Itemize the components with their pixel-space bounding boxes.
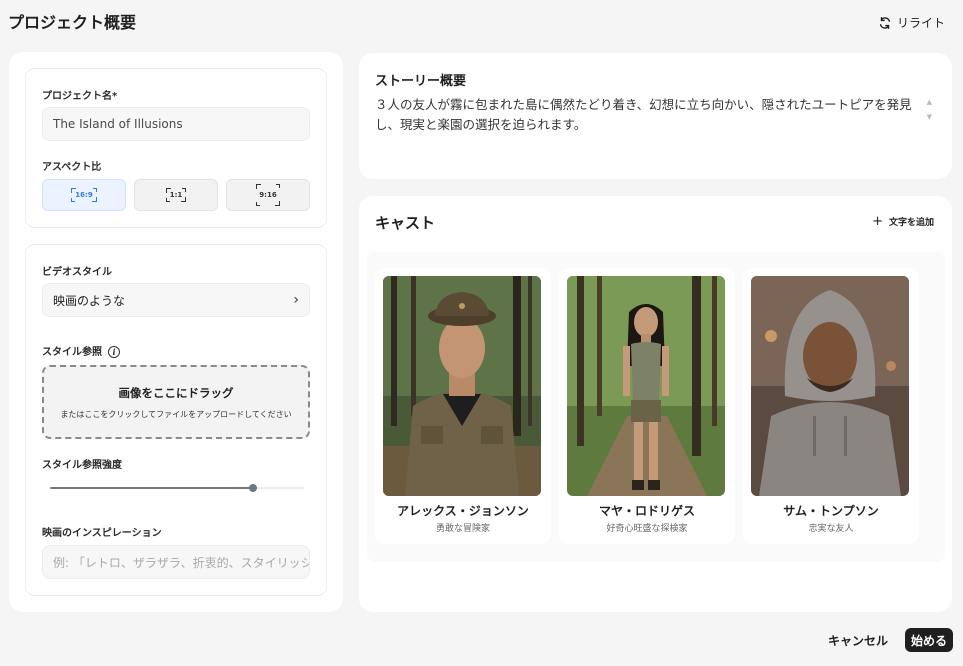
cast-panel: キャスト + 文字を追加 アレックス・ジョンソン 勇敢な冒険家 マヤ・ロドリゲス… (359, 196, 952, 612)
story-textarea[interactable]: ３人の友人が霧に包まれた島に偶然たどり着き、幻想に立ち向かい、隠されたユートピア… (375, 95, 915, 135)
plus-icon: + (872, 214, 883, 229)
story-panel: ストーリー概要 ３人の友人が霧に包まれた島に偶然たどり着き、幻想に立ち向かい、隠… (359, 53, 952, 179)
cast-list: アレックス・ジョンソン 勇敢な冒険家 マヤ・ロドリゲス 好奇心旺盛な探検家 サム… (367, 252, 945, 562)
project-card: プロジェクト名* The Island of Illusions アスペクト比 … (25, 68, 327, 228)
rewrite-label: リライト (896, 16, 945, 30)
add-character-label: 文字を追加 (888, 218, 934, 228)
cast-role: 勇敢な冒険家 (435, 524, 490, 534)
aspect-1-1-icon: 1:1 (165, 188, 187, 202)
refresh-icon (879, 16, 891, 29)
scroll-down-icon[interactable]: ▼ (927, 114, 932, 121)
chevron-right-icon: › (293, 292, 299, 308)
cast-photo-alex (383, 276, 541, 496)
video-style-select[interactable]: 映画のような › (42, 283, 310, 317)
page-title: プロジェクト概要 (8, 13, 137, 32)
cast-photo-sam (751, 276, 909, 496)
cast-role: 好奇心旺盛な探検家 (606, 524, 688, 534)
cast-name: マヤ・ロドリゲス (598, 504, 695, 518)
info-icon[interactable]: i (108, 346, 120, 358)
cast-card-sam[interactable]: サム・トンプソン 忠実な友人 (743, 268, 919, 544)
video-style-value: 映画のような (53, 293, 126, 308)
dropzone-title: 画像をここにドラッグ (118, 385, 234, 400)
add-character-button[interactable]: + 文字を追加 (872, 214, 934, 229)
slider-thumb[interactable] (249, 484, 258, 492)
video-style-label: ビデオスタイル (42, 267, 112, 278)
aspect-ratio-group: 16:9 1:1 9:16 (42, 179, 310, 211)
inspiration-input[interactable]: 例: 「レトロ、ザラザラ、折衷的、スタイリッシュ」 (42, 545, 310, 579)
dropzone-subtitle: またはここをクリックしてファイルをアップロードしてください (60, 409, 292, 419)
video-style-card: ビデオスタイル 映画のような › スタイル参照 i 画像をここにドラッグ またはこ… (25, 244, 327, 596)
rewrite-button[interactable]: リライト (878, 14, 945, 31)
aspect-9-16-button[interactable]: 9:16 (226, 179, 310, 211)
style-reference-dropzone[interactable]: 画像をここにドラッグ またはここをクリックしてファイルをアップロードしてください (42, 365, 310, 439)
story-scrollbar[interactable]: ▲ ▼ (927, 99, 932, 121)
aspect-1-1-button[interactable]: 1:1 (134, 179, 218, 211)
cast-name: アレックス・ジョンソン (397, 504, 529, 518)
project-name-input[interactable]: The Island of Illusions (42, 107, 310, 141)
cast-photo-maya (567, 276, 725, 496)
cast-title: キャスト (375, 214, 436, 232)
story-title: ストーリー概要 (375, 74, 467, 89)
scroll-up-icon[interactable]: ▲ (927, 99, 932, 106)
aspect-9-16-icon: 9:16 (256, 184, 281, 206)
cast-card-maya[interactable]: マヤ・ロドリゲス 好奇心旺盛な探検家 (559, 268, 735, 544)
start-button[interactable]: 始める (905, 628, 953, 652)
aspect-16-9-button[interactable]: 16:9 (42, 179, 126, 211)
aspect-16-9-icon: 16:9 (71, 188, 98, 202)
inspiration-label: 映画のインスピレーション (42, 528, 162, 539)
cancel-button[interactable]: キャンセル (828, 632, 888, 649)
cast-role: 忠実な友人 (808, 524, 854, 534)
style-strength-slider[interactable] (50, 484, 304, 492)
aspect-ratio-label: アスペクト比 (42, 162, 102, 173)
style-strength-label: スタイル参照強度 (42, 460, 122, 471)
slider-fill (50, 487, 254, 489)
project-name-label: プロジェクト名* (42, 91, 118, 102)
settings-panel: プロジェクト名* The Island of Illusions アスペクト比 … (9, 52, 343, 612)
cast-name: サム・トンプソン (783, 504, 879, 518)
cast-card-alex[interactable]: アレックス・ジョンソン 勇敢な冒険家 (375, 268, 551, 544)
style-reference-label: スタイル参照 i (42, 343, 120, 358)
